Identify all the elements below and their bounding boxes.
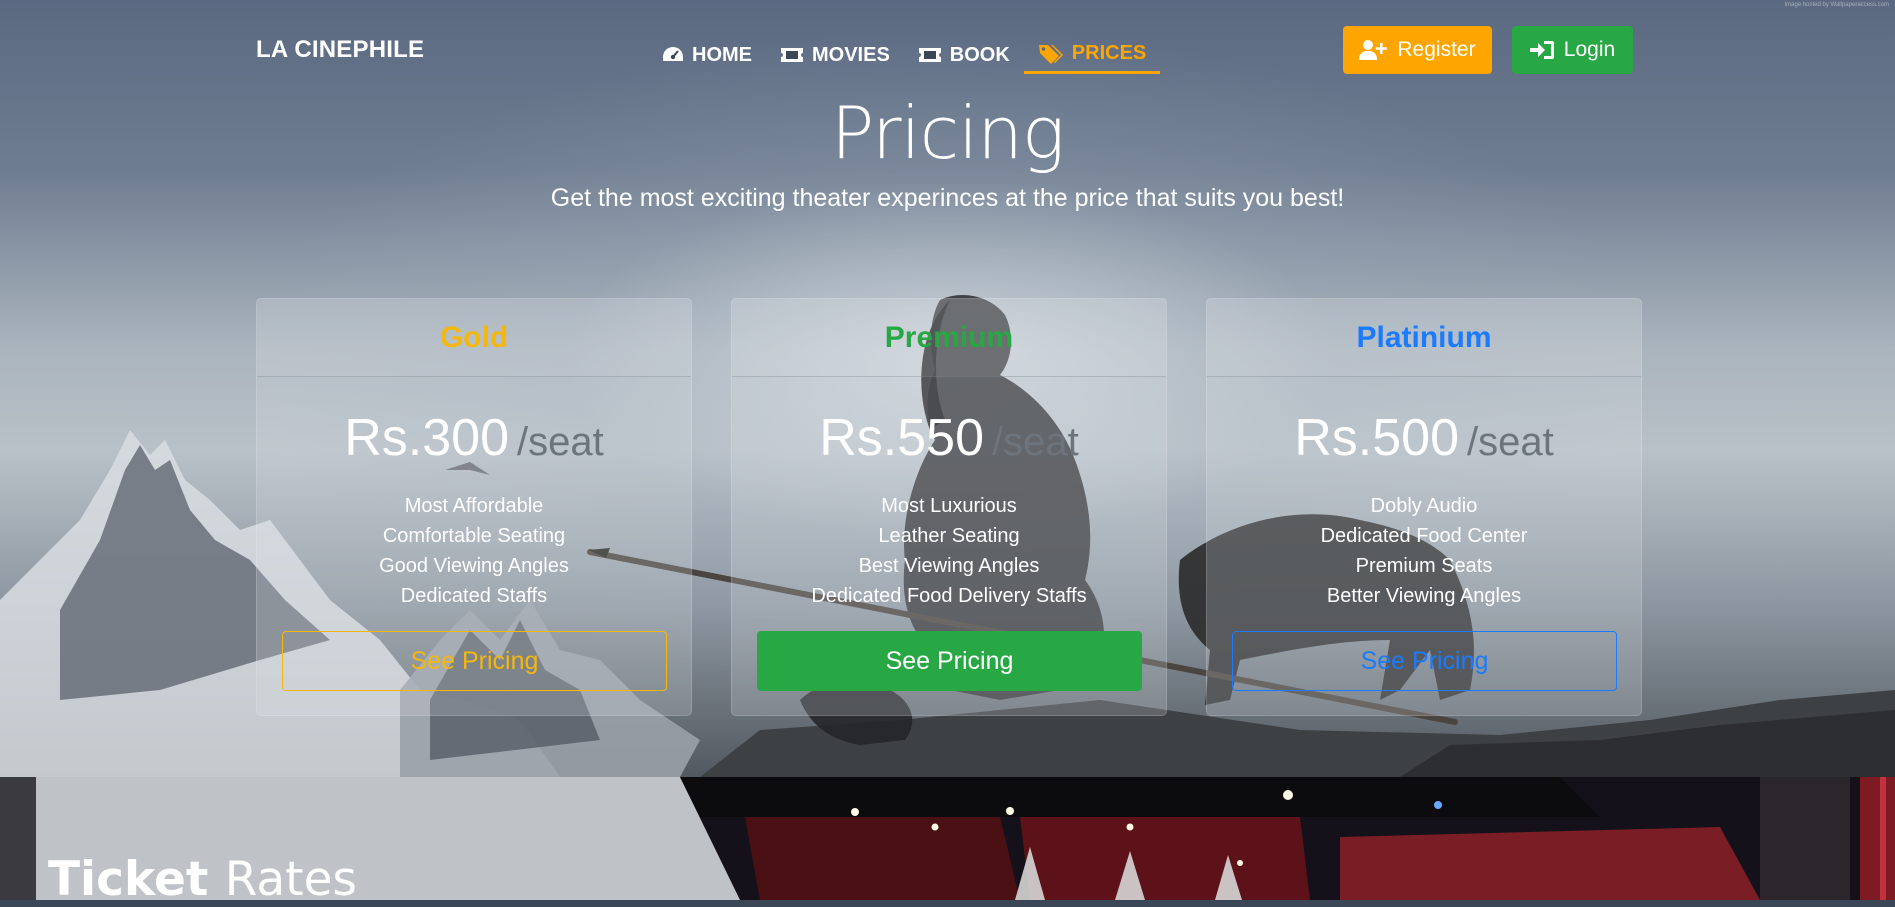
price-amount: Rs.300 xyxy=(344,409,510,467)
pricing-card-premium: Premium Rs.550/seat Most Luxurious Leath… xyxy=(731,298,1167,716)
pricing-card-gold: Gold Rs.300/seat Most Affordable Comfort… xyxy=(256,298,692,716)
brand-logo[interactable]: LA CINEPHILE xyxy=(256,36,424,64)
main-nav: HOME MOVIES BOOK PRICES xyxy=(648,36,1161,74)
section-title-rest: Rates xyxy=(224,852,358,907)
feature-item: Most Affordable xyxy=(404,495,544,517)
speedometer-icon xyxy=(663,47,683,61)
plan-price: Rs.500/seat xyxy=(1207,407,1641,469)
feature-item: Leather Seating xyxy=(878,525,1020,547)
see-pricing-button[interactable]: See Pricing xyxy=(1232,631,1617,691)
plan-name: Premium xyxy=(732,299,1166,377)
feature-list: Most Affordable Comfortable Seating Good… xyxy=(257,491,691,611)
sign-in-icon xyxy=(1529,41,1554,59)
feature-item: Comfortable Seating xyxy=(382,525,566,547)
plan-price: Rs.550/seat xyxy=(732,407,1166,469)
price-unit: /seat xyxy=(517,420,604,464)
see-pricing-button[interactable]: See Pricing xyxy=(757,631,1142,691)
nav-book[interactable]: BOOK xyxy=(904,36,1024,74)
feature-item: Good Viewing Angles xyxy=(379,555,569,577)
login-label: Login xyxy=(1563,38,1616,61)
feature-item: Best Viewing Angles xyxy=(858,555,1040,577)
feature-item: Better Viewing Angles xyxy=(1326,585,1522,607)
nav-book-label: BOOK xyxy=(949,43,1010,66)
image-credit: Image hosted by Wallpaperaccess.com xyxy=(1784,2,1890,8)
feature-item: Dedicated Staffs xyxy=(400,585,548,607)
feature-item: Dedicated Food Delivery Staffs xyxy=(811,585,1087,607)
login-button[interactable]: Login xyxy=(1512,26,1633,74)
nav-prices[interactable]: PRICES xyxy=(1023,36,1161,74)
plan-name: Platinium xyxy=(1207,299,1641,377)
page-title: Pricing xyxy=(830,91,1065,175)
feature-item: Most Luxurious xyxy=(881,495,1017,517)
feature-item: Dobly Audio xyxy=(1370,495,1478,517)
register-label: Register xyxy=(1397,38,1476,61)
feature-item: Dedicated Food Center xyxy=(1320,525,1528,547)
feature-item: Premium Seats xyxy=(1355,555,1493,577)
plan-name: Gold xyxy=(257,299,691,377)
feature-list: Most Luxurious Leather Seating Best View… xyxy=(732,491,1166,611)
register-button[interactable]: Register xyxy=(1343,26,1492,74)
nav-movies[interactable]: MOVIES xyxy=(766,36,904,74)
feature-list: Dobly Audio Dedicated Food Center Premiu… xyxy=(1207,491,1641,611)
plan-price: Rs.300/seat xyxy=(257,407,691,469)
nav-prices-label: PRICES xyxy=(1071,42,1147,64)
price-unit: /seat xyxy=(992,420,1079,464)
section-title: Ticket Rates xyxy=(48,852,357,907)
price-amount: Rs.500 xyxy=(1294,409,1460,467)
ticket-icon xyxy=(781,48,803,62)
page-subtitle: Get the most exciting theater experinces… xyxy=(550,184,1345,212)
price-amount: Rs.550 xyxy=(819,409,985,467)
nav-home[interactable]: HOME xyxy=(648,36,766,74)
section-title-bold: Ticket xyxy=(48,852,209,907)
pricing-card-platinium: Platinium Rs.500/seat Dobly Audio Dedica… xyxy=(1206,298,1642,716)
price-unit: /seat xyxy=(1467,420,1554,464)
nav-movies-label: MOVIES xyxy=(812,43,890,66)
see-pricing-button[interactable]: See Pricing xyxy=(282,631,667,691)
ticket-icon xyxy=(918,48,941,62)
user-plus-icon xyxy=(1359,40,1388,60)
tags-icon xyxy=(1038,44,1063,64)
nav-home-label: HOME xyxy=(692,43,752,66)
